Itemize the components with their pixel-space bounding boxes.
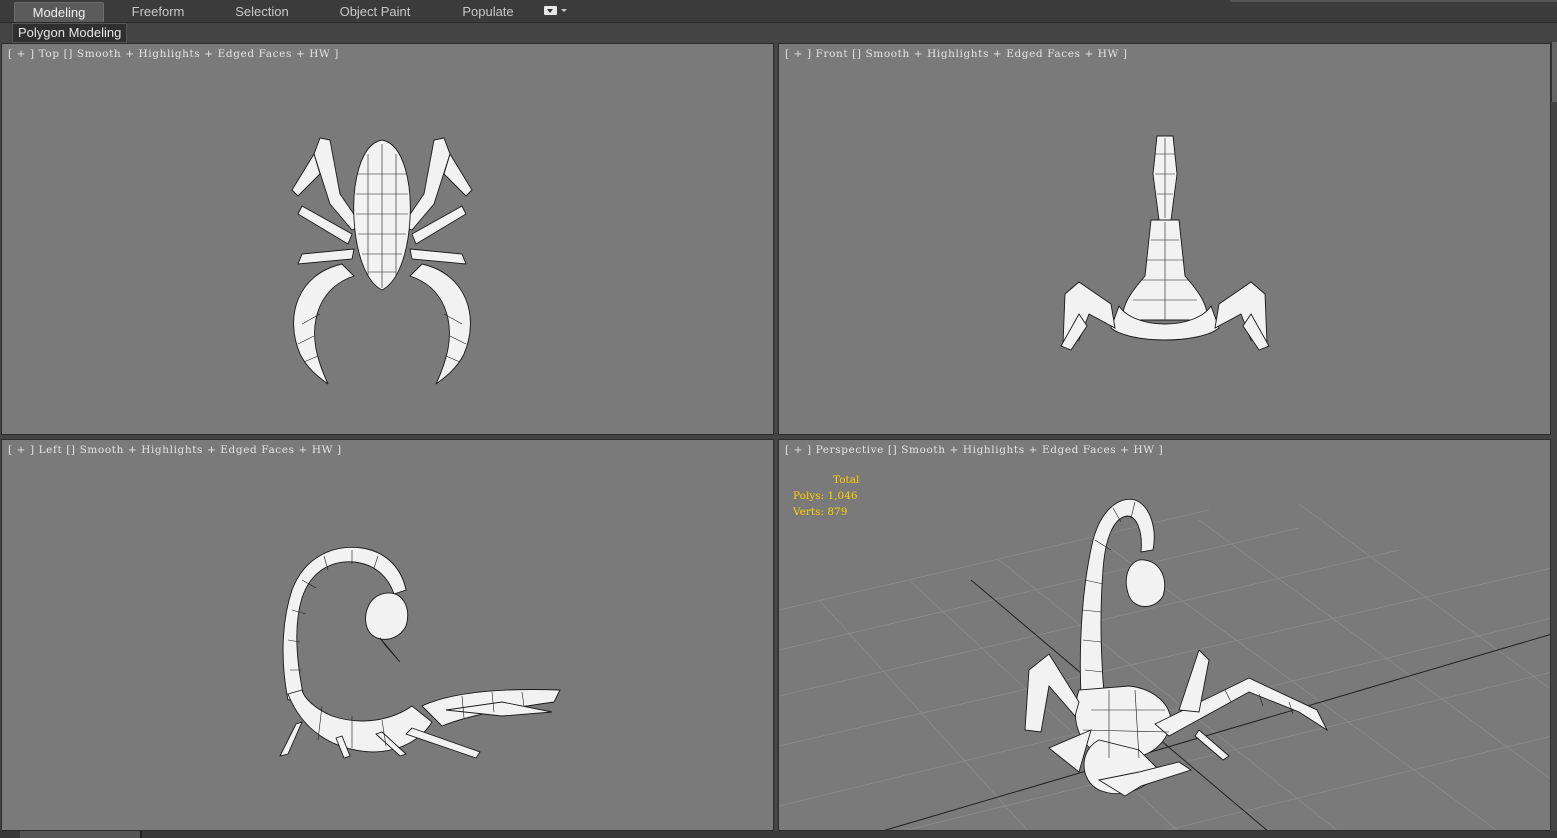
tab-modeling[interactable]: Modeling	[14, 2, 104, 22]
chevron-down-icon	[561, 9, 567, 12]
ribbon-tabs: Modeling Freeform Selection Object Paint…	[0, 0, 1557, 23]
ribbon-divider	[1230, 0, 1557, 2]
scorpion-front-view	[1060, 135, 1270, 351]
home-grid	[779, 503, 1550, 830]
scorpion-left-view	[279, 546, 561, 759]
viewport-top[interactable]: [ + ] Top [] Smooth + Highlights + Edged…	[1, 43, 774, 435]
tab-selection[interactable]: Selection	[220, 2, 304, 21]
time-slider[interactable]	[20, 831, 140, 838]
ribbon-panel-bar: Polygon Modeling	[0, 23, 1557, 43]
viewport-perspective[interactable]: [ + ] Perspective [] Smooth + Highlights…	[778, 439, 1551, 831]
viewport-front[interactable]: [ + ] Front [] Smooth + Highlights + Edg…	[778, 43, 1551, 435]
scorpion-top-view	[291, 137, 473, 385]
ribbon-options-icon[interactable]	[544, 5, 568, 17]
viewport-scrollbar[interactable]	[1551, 42, 1557, 102]
perspective-grid-and-model	[779, 498, 1550, 830]
time-slider-divider	[140, 831, 142, 838]
viewport-left[interactable]: [ + ] Left [] Smooth + Highlights + Edge…	[1, 439, 774, 831]
tab-freeform[interactable]: Freeform	[118, 2, 198, 21]
polygon-modeling-button[interactable]: Polygon Modeling	[12, 23, 128, 43]
tab-object-paint[interactable]: Object Paint	[330, 2, 420, 21]
tab-populate[interactable]: Populate	[452, 2, 524, 21]
ribbon-options-box	[544, 6, 557, 15]
time-slider-bar	[0, 831, 1557, 838]
